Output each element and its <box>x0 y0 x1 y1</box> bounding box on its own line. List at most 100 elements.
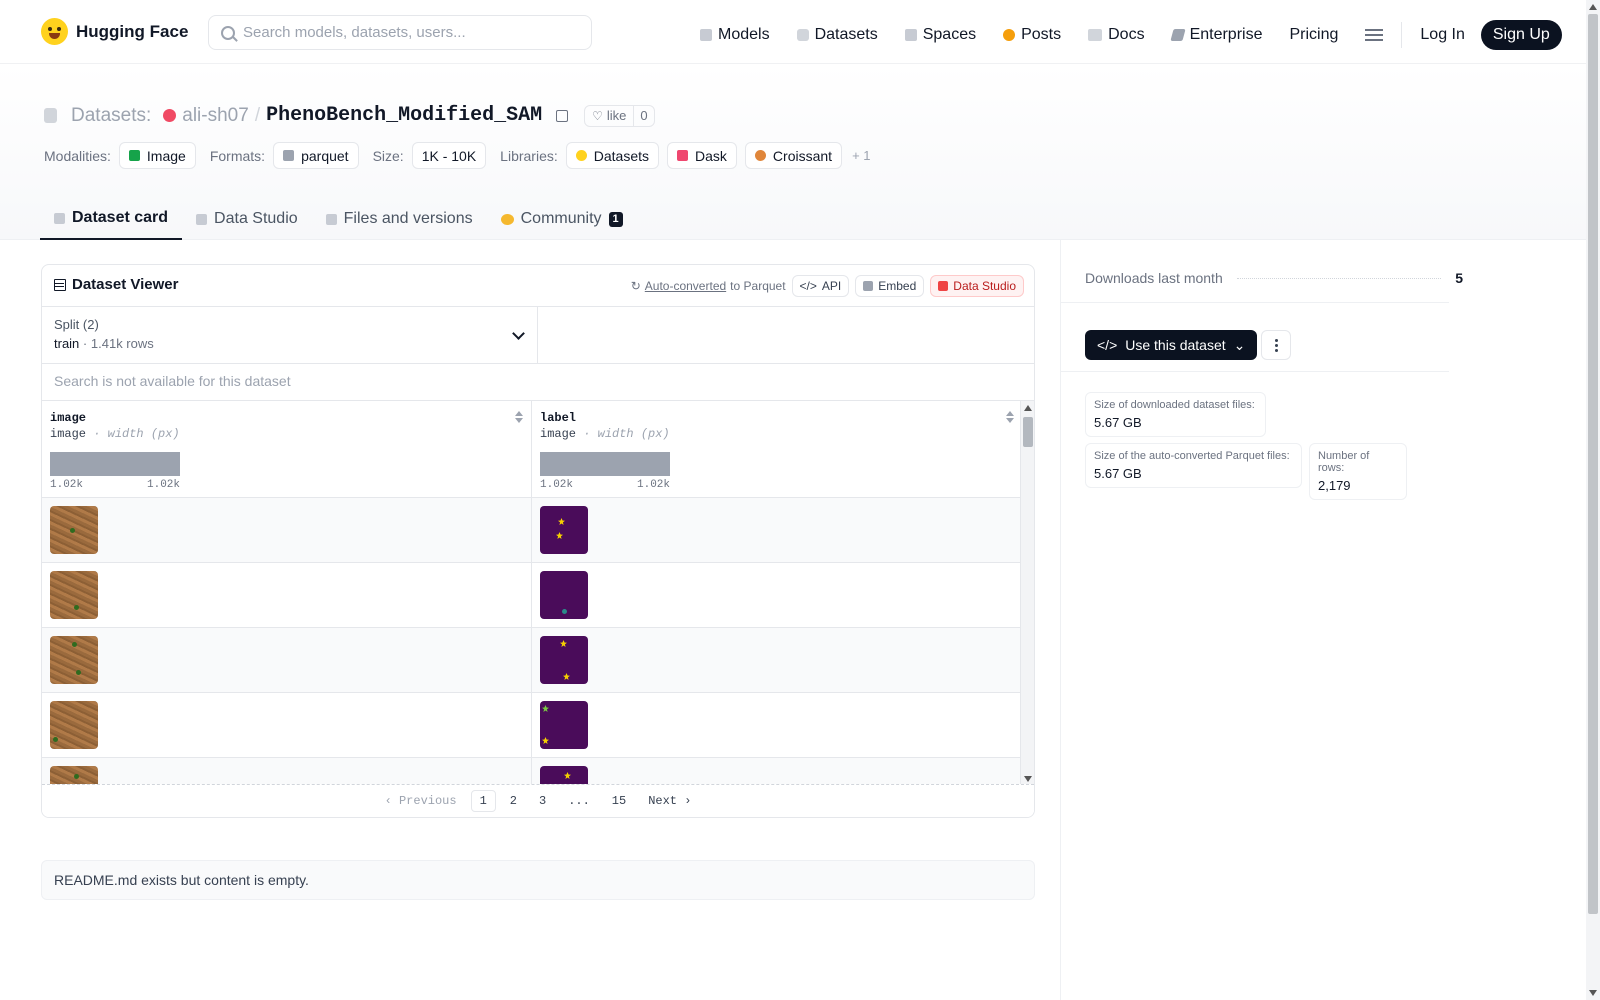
previous-page-button[interactable]: ‹ Previous <box>377 791 465 811</box>
sort-icon[interactable] <box>515 411 523 423</box>
label-thumbnail[interactable] <box>540 701 588 749</box>
dataset-tabs: Dataset card Data Studio Files and versi… <box>40 198 637 240</box>
viewer-search: Search is not available for this dataset <box>42 364 1034 401</box>
nav-datasets[interactable]: Datasets <box>796 26 878 44</box>
data-table: image image · width (px) 1.02k 1.02k lab… <box>42 401 1034 786</box>
like-label: like <box>606 108 627 123</box>
nav-spaces[interactable]: Spaces <box>904 26 976 44</box>
tab-dataset-card[interactable]: Dataset card <box>40 198 183 240</box>
nav-posts[interactable]: Posts <box>1003 26 1061 44</box>
table-row[interactable] <box>42 693 1022 758</box>
logo-link[interactable]: Hugging Face <box>41 18 188 45</box>
nav-models[interactable]: Models <box>700 26 770 44</box>
library-tag-label: Datasets <box>593 147 650 164</box>
image-thumbnail[interactable] <box>50 571 98 619</box>
search-input[interactable]: Search models, datasets, users... <box>208 15 592 50</box>
sort-icon[interactable] <box>1006 411 1014 423</box>
label-thumbnail[interactable] <box>540 506 588 554</box>
page-1-button[interactable]: 1 <box>470 790 496 812</box>
table-scrollbar[interactable] <box>1020 401 1034 786</box>
library-tag-datasets[interactable]: Datasets <box>565 142 660 169</box>
top-navbar: Hugging Face Search models, datasets, us… <box>0 0 1586 64</box>
image-icon <box>128 150 140 161</box>
files-icon <box>325 213 337 225</box>
embed-button[interactable]: Embed <box>855 275 925 297</box>
scroll-down-icon[interactable] <box>1589 990 1597 996</box>
page-scrollbar[interactable] <box>1586 0 1600 1000</box>
image-thumbnail[interactable] <box>50 766 98 786</box>
copy-icon[interactable] <box>556 109 569 122</box>
more-menu-icon[interactable] <box>1365 29 1384 41</box>
label-thumbnail[interactable] <box>540 571 588 619</box>
table-icon <box>196 213 208 225</box>
auto-converted-link[interactable]: Auto-converted <box>645 279 726 293</box>
scroll-up-icon[interactable] <box>1589 4 1597 10</box>
label-thumbnail[interactable] <box>540 636 588 684</box>
library-tag-dask[interactable]: Dask <box>667 142 737 169</box>
image-thumbnail[interactable] <box>50 636 98 684</box>
column-header-image[interactable]: image image · width (px) 1.02k 1.02k <box>42 401 531 498</box>
api-button[interactable]: </> API <box>791 275 850 297</box>
tab-label: Data Studio <box>214 210 298 227</box>
column-name: image <box>50 411 87 425</box>
table-row[interactable] <box>42 758 1022 786</box>
page-3-button[interactable]: 3 <box>531 791 554 811</box>
scrollbar-thumb[interactable] <box>1023 417 1033 447</box>
more-libraries[interactable]: + 1 <box>852 148 870 163</box>
embed-label: Embed <box>878 279 917 293</box>
page-ellipsis: ... <box>568 794 590 808</box>
signup-button[interactable]: Sign Up <box>1480 20 1562 50</box>
like-count: 0 <box>640 108 648 123</box>
nav-docs[interactable]: Docs <box>1088 26 1145 44</box>
title-prefix[interactable]: Datasets: <box>71 105 151 127</box>
use-this-dataset-button[interactable]: </> Use this dataset ⌄ <box>1085 330 1258 360</box>
library-tag-croissant[interactable]: Croissant <box>744 142 843 169</box>
owner-avatar[interactable] <box>163 109 177 122</box>
stat-value: 5.67 GB <box>1094 415 1142 430</box>
column-header-label[interactable]: label image · width (px) 1.02k 1.02k <box>532 401 1022 498</box>
scroll-down-icon[interactable] <box>1024 776 1032 782</box>
page-2-button[interactable]: 2 <box>502 791 525 811</box>
histogram-min: 1.02k <box>540 479 574 491</box>
login-link[interactable]: Log In <box>1420 26 1464 44</box>
code-icon: </> <box>1097 337 1118 353</box>
stat-label: Size of the auto-converted Parquet files… <box>1094 450 1290 462</box>
size-tag[interactable]: 1K - 10K <box>411 142 487 169</box>
table-row[interactable] <box>42 628 1022 693</box>
modalities-label: Modalities: <box>44 147 111 164</box>
label-thumbnail[interactable] <box>540 766 588 786</box>
like-button[interactable]: ♡ like 0 <box>584 104 655 127</box>
nav-pricing[interactable]: Pricing <box>1289 26 1338 44</box>
community-badge: 1 <box>608 211 623 227</box>
image-thumbnail[interactable] <box>50 506 98 554</box>
tab-data-studio[interactable]: Data Studio <box>182 198 312 240</box>
modality-tag-image[interactable]: Image <box>118 142 196 169</box>
stat-value: 5.67 GB <box>1094 466 1142 481</box>
tab-label: Files and versions <box>343 210 473 227</box>
split-row-count: 1.41k rows <box>90 336 154 351</box>
table-row[interactable] <box>42 498 1022 563</box>
nav-docs-label: Docs <box>1108 26 1145 43</box>
to-parquet-text: to Parquet <box>730 279 786 293</box>
split-row: Split (2) train · 1.41k rows <box>42 307 1034 364</box>
page-15-button[interactable]: 15 <box>604 791 634 811</box>
nav-enterprise[interactable]: Enterprise <box>1169 26 1262 44</box>
more-options-button[interactable] <box>1261 330 1291 360</box>
sidebar-divider <box>1061 371 1449 372</box>
data-studio-button[interactable]: Data Studio <box>930 275 1024 297</box>
next-page-button[interactable]: Next › <box>640 791 699 811</box>
owner-link[interactable]: ali-sh07 <box>182 105 249 127</box>
table-row[interactable] <box>42 563 1022 628</box>
scroll-up-icon[interactable] <box>1024 405 1032 411</box>
tab-label: Dataset card <box>72 209 169 226</box>
hugging-face-icon <box>575 150 587 161</box>
tab-files-and-versions[interactable]: Files and versions <box>312 198 487 240</box>
docs-icon <box>1088 29 1103 41</box>
split-select[interactable]: Split (2) train · 1.41k rows <box>42 307 538 363</box>
format-tag-parquet[interactable]: parquet <box>273 142 359 169</box>
image-thumbnail[interactable] <box>50 701 98 749</box>
tab-community[interactable]: Community 1 <box>487 198 637 240</box>
dataset-name[interactable]: PhenoBench_Modified_SAM <box>266 104 542 127</box>
histogram-max: 1.02k <box>147 479 181 491</box>
page-scrollbar-thumb[interactable] <box>1588 14 1598 914</box>
